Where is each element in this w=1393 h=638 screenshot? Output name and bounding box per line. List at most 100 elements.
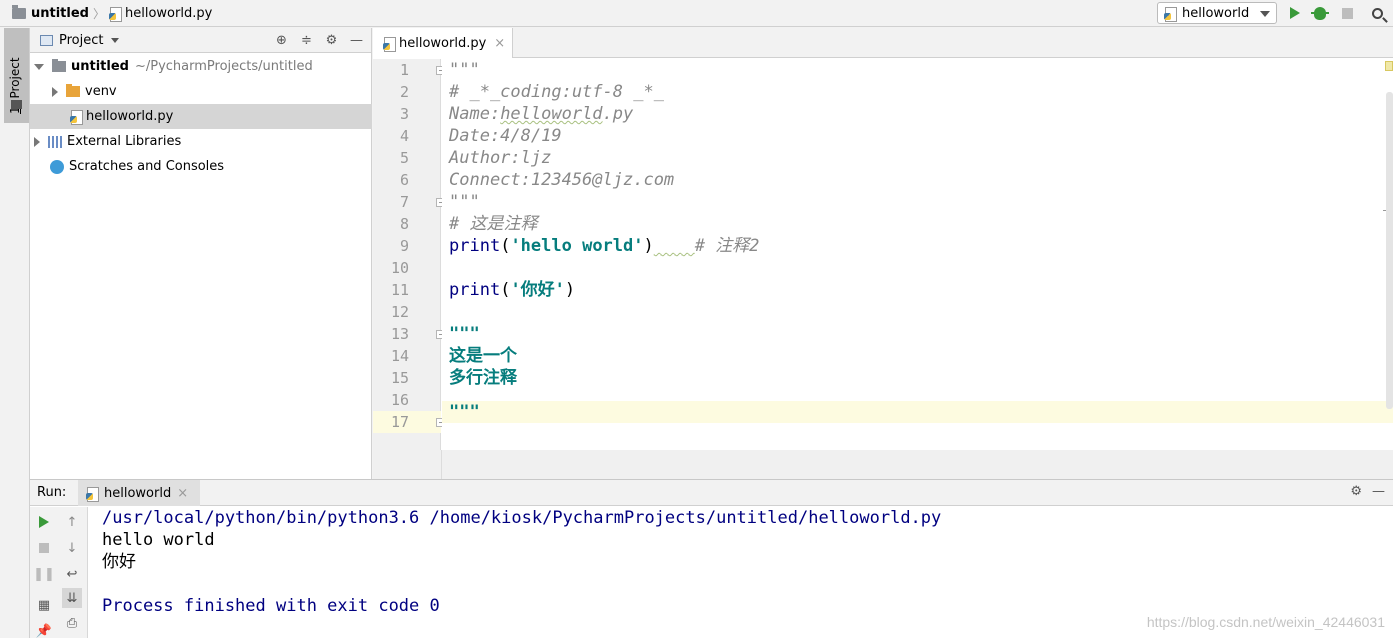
collapsed-arrow-icon	[52, 86, 58, 97]
vertical-scrollbar[interactable]	[1386, 92, 1393, 409]
hide-panel-icon[interactable]: —	[348, 32, 365, 49]
editor: helloworld.py × 1 2 3 4 5 6 7 8 9 10 11 12 13 14 15 16 1…	[373, 28, 1393, 479]
pin-icon: 📌	[35, 623, 53, 638]
line-number: 11	[390, 281, 409, 299]
gear-icon[interactable]: ⚙	[323, 32, 340, 49]
pause-button[interactable]: ❚❚	[33, 564, 55, 584]
pin-button[interactable]: 📌	[34, 621, 54, 638]
scratches-icon	[48, 156, 64, 174]
chevron-down-icon	[1260, 11, 1270, 17]
tree-item-label: helloworld.py	[86, 109, 174, 124]
stop-icon	[39, 543, 49, 553]
editor-bottom-area	[373, 450, 1393, 479]
tree-item-label: untitled	[71, 59, 129, 74]
chevron-down-icon[interactable]	[111, 37, 120, 43]
run-label: Run:	[37, 485, 67, 500]
code-line: """	[449, 60, 480, 80]
console-exit-line: Process finished with exit code 0	[102, 596, 440, 616]
scroll-marker[interactable]	[1385, 61, 1393, 71]
tree-item-external-libraries[interactable]: External Libraries	[30, 129, 372, 154]
close-icon[interactable]: ×	[494, 36, 505, 51]
tree-item-label: Scratches and Consoles	[69, 159, 225, 174]
tree-item-scratches[interactable]: Scratches and Consoles	[30, 154, 372, 179]
run-button[interactable]	[1286, 4, 1304, 22]
line-number-gutter: 1 2 3 4 5 6 7 8 9 10 11 12 13 14 15 16 17	[373, 59, 446, 451]
tree-item-untitled[interactable]: untitled ~/PycharmProjects/untitled	[30, 54, 372, 79]
project-panel-title[interactable]: Project	[59, 33, 103, 48]
project-view-icon	[40, 34, 53, 46]
python-icon	[1164, 6, 1177, 22]
code-line: Date:4/8/19	[449, 126, 562, 146]
editor-tab-helloworld[interactable]: helloworld.py ×	[373, 28, 513, 58]
breadcrumb-project[interactable]: untitled	[31, 6, 89, 21]
line-number: 17	[390, 413, 409, 431]
gear-icon[interactable]: ⚙	[1350, 484, 1362, 499]
locate-file-icon[interactable]: ⊕	[273, 32, 290, 49]
layout-icon: ▦	[37, 597, 51, 613]
run-panel: Run: helloworld × ⚙ — ↑ ↓ ❚❚ ↩ ▦ ⇊ ⎙ 📌 /…	[30, 479, 1393, 638]
run-configuration-label: helloworld	[1182, 5, 1250, 21]
arrow-down-icon: ↓	[66, 540, 78, 556]
tree-item-path: ~/PycharmProjects/untitled	[134, 59, 313, 74]
project-tool-tab[interactable]: 1: Project	[4, 28, 29, 123]
watermark: https://blog.csdn.net/weixin_42446031	[1146, 614, 1385, 630]
project-panel: Project ⊕ ≑ ⚙ — untitled ~/PycharmProjec…	[30, 28, 372, 479]
run-toolbar: ↑ ↓ ❚❚ ↩ ▦ ⇊ ⎙ 📌	[30, 507, 88, 638]
line-number: 2	[399, 83, 409, 101]
code-line: # 这是注释	[449, 214, 538, 234]
python-file-icon	[70, 110, 83, 125]
folder-icon	[52, 59, 66, 72]
line-number: 4	[399, 127, 409, 145]
breadcrumb-file[interactable]: helloworld.py	[125, 6, 212, 21]
line-number: 13	[390, 325, 409, 343]
line-number: 6	[399, 171, 409, 189]
console-output-line: 你好	[102, 552, 136, 572]
code-line: print('你好')	[449, 280, 576, 300]
line-number: 8	[399, 215, 409, 233]
pause-icon: ❚❚	[33, 566, 55, 582]
line-number: 5	[399, 149, 409, 167]
code-area[interactable]: """ # _*_coding:utf-8 _*_ Name:helloworl…	[442, 59, 1393, 451]
close-icon[interactable]: ×	[177, 486, 188, 501]
code-line: print('hello world') # 注释2	[449, 236, 760, 256]
rerun-button[interactable]	[34, 512, 54, 532]
collapsed-arrow-icon	[34, 136, 40, 147]
stop-run-button[interactable]	[34, 538, 54, 558]
line-number: 7	[399, 193, 409, 211]
collapse-all-icon[interactable]: ≑	[298, 32, 315, 49]
scroll-to-end-button[interactable]: ⇊	[62, 588, 82, 608]
code-line: """	[449, 402, 480, 422]
folder-icon	[12, 5, 26, 19]
scroll-down-button[interactable]: ↓	[62, 538, 82, 558]
scroll-to-end-icon: ⇊	[66, 590, 78, 606]
layout-button[interactable]: ▦	[34, 595, 54, 615]
scroll-up-button[interactable]: ↑	[62, 512, 82, 532]
run-tab-helloworld[interactable]: helloworld ×	[78, 480, 200, 506]
hide-panel-icon[interactable]: —	[1372, 484, 1385, 499]
code-line: 多行注释	[449, 368, 517, 388]
console-command-line: /usr/local/python/bin/python3.6 /home/ki…	[102, 508, 942, 528]
stop-button[interactable]	[1338, 4, 1356, 22]
gutter-divider	[441, 450, 442, 479]
run-configuration-select[interactable]: helloworld	[1157, 2, 1277, 24]
console-output-line: hello world	[102, 530, 215, 550]
editor-tab-label: helloworld.py	[399, 35, 487, 51]
code-line: # _*_coding:utf-8 _*_	[449, 82, 664, 102]
line-number: 9	[399, 237, 409, 255]
soft-wrap-button[interactable]: ↩	[62, 564, 82, 584]
code-line: Connect:123456@ljz.com	[449, 170, 675, 190]
print-button[interactable]: ⎙	[62, 613, 82, 633]
line-number: 14	[390, 347, 409, 365]
search-everywhere-button[interactable]	[1368, 4, 1386, 22]
line-number: 12	[390, 303, 409, 321]
tree-item-label: venv	[85, 84, 117, 99]
tree-item-helloworld[interactable]: helloworld.py	[30, 104, 372, 129]
editor-tab-bar: helloworld.py ×	[373, 28, 1393, 58]
tree-item-venv[interactable]: venv	[30, 79, 372, 104]
project-panel-header: Project ⊕ ≑ ⚙ —	[30, 28, 371, 53]
python-file-icon	[383, 36, 396, 52]
debug-button[interactable]	[1311, 4, 1329, 22]
line-number: 16	[390, 391, 409, 409]
python-icon	[86, 486, 99, 502]
current-line-highlight	[442, 401, 1393, 423]
